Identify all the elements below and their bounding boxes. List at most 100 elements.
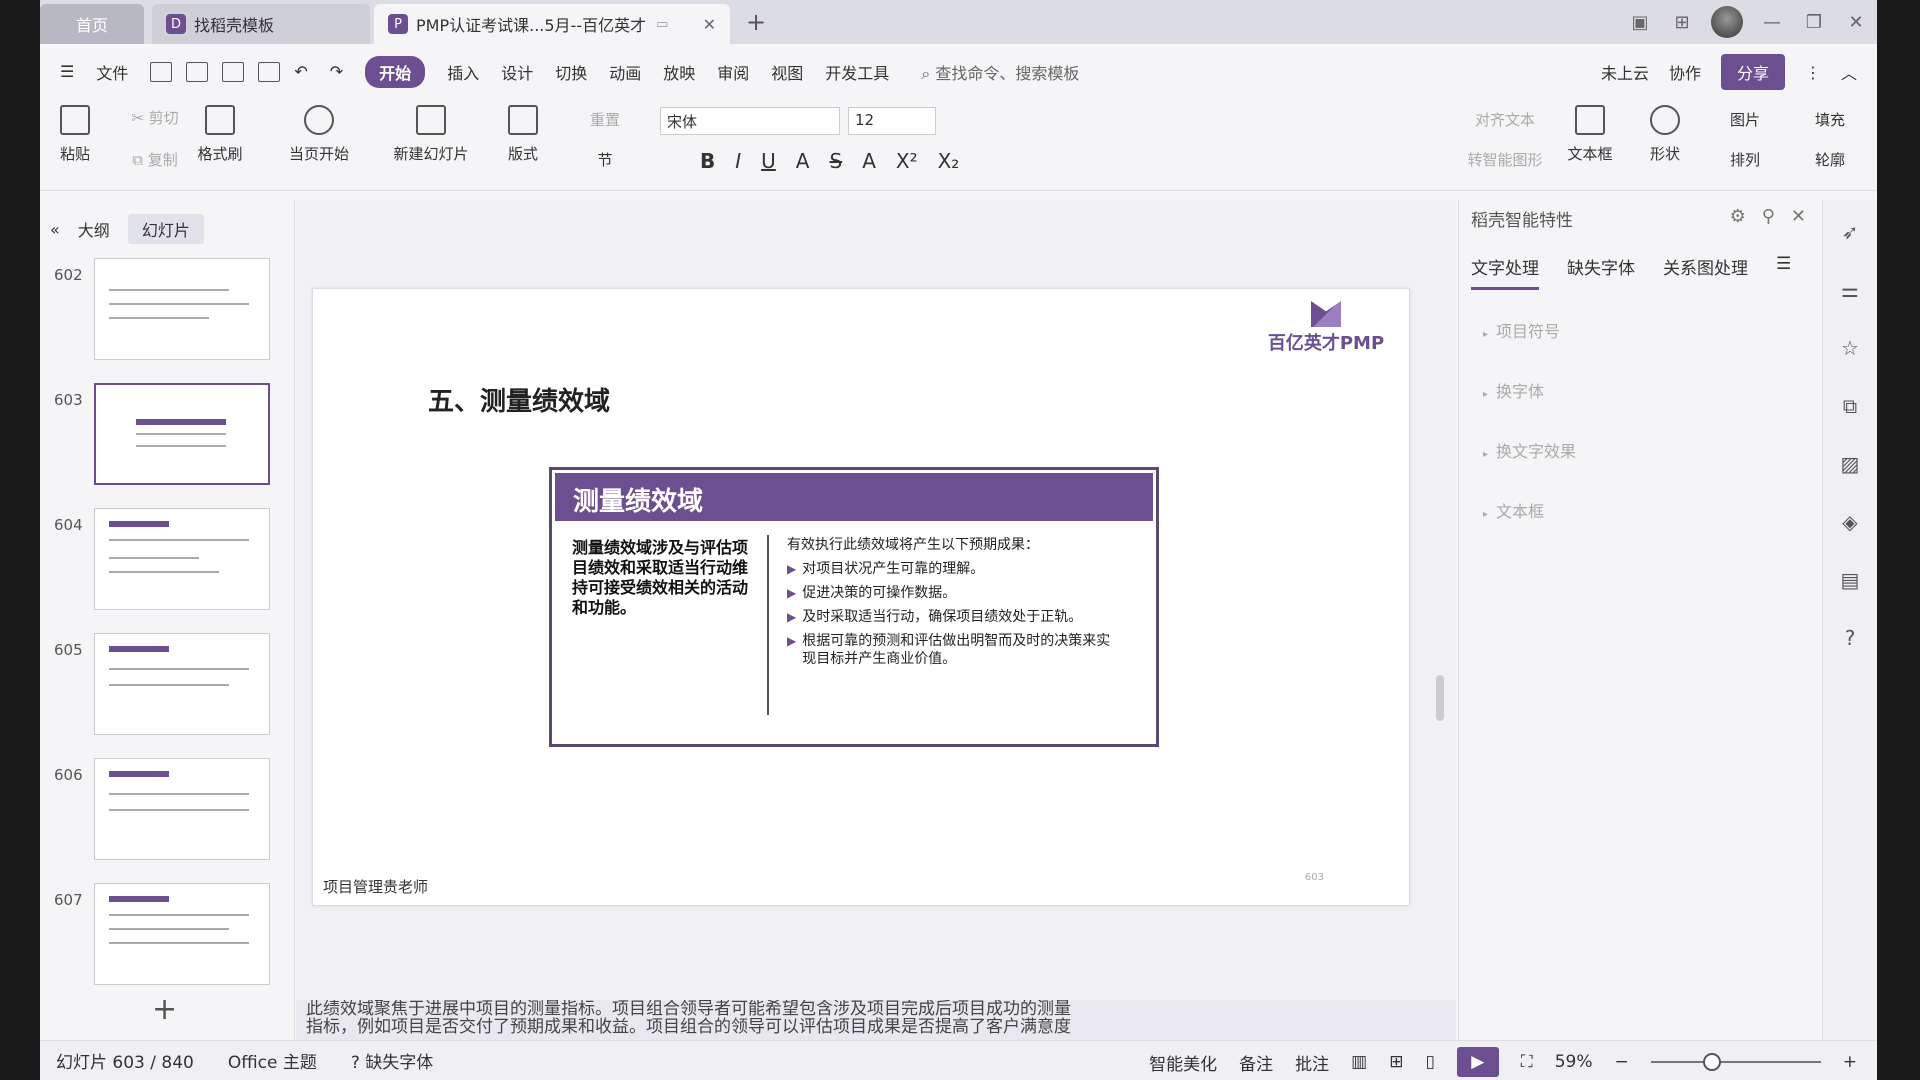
superscript-icon[interactable]: X² [896,149,918,173]
save-icon[interactable] [150,61,173,82]
reading-view-icon[interactable]: ▯ [1425,1052,1434,1072]
image-icon[interactable]: ▨ [1823,452,1877,476]
notes-button[interactable]: 备注 [1239,1050,1273,1075]
gear-icon[interactable]: ⚙ [1730,206,1746,227]
slide-thumb-row[interactable]: 604 [54,508,274,612]
arrange-button[interactable]: 排列 [1710,149,1780,170]
command-search[interactable]: ⌕ 查找命令、搜索模板 [921,60,1079,84]
slide-thumb-row[interactable]: 602 [54,258,274,362]
normal-view-icon[interactable]: ▥ [1351,1052,1367,1072]
pin-icon[interactable]: ⚲ [1762,206,1775,227]
new-slide-button[interactable]: 新建幻灯片 [380,105,482,164]
close-icon[interactable]: ✕ [1791,206,1806,227]
picture-button[interactable]: 图片 [1710,109,1780,130]
add-slide-button[interactable]: + [152,992,177,1027]
menu-icon[interactable]: ☰ [1776,254,1791,290]
textbox-button[interactable]: 文本框 [1560,105,1620,164]
feature-item[interactable]: ▸ 项目符号 [1483,318,1560,342]
fill-button[interactable]: 填充 [1795,109,1865,130]
missing-font-button[interactable]: ? 缺失字体 [351,1048,433,1073]
section-button[interactable]: 节 [570,149,640,170]
paste-button[interactable]: 粘贴 [50,105,100,164]
box-outcomes[interactable]: 有效执行此绩效域将产生以下预期成果： ▶ 对项目状况产生可靠的理解。 ▶ 促进决策的… [787,536,1117,668]
sorter-view-icon[interactable]: ⊞ [1389,1052,1403,1072]
play-slideshow-button[interactable]: ▶ [1456,1047,1499,1077]
tab-home[interactable]: 首页 [40,4,144,44]
scrollbar-thumb[interactable] [1436,675,1444,721]
bold-icon[interactable]: B [700,149,715,173]
undo-icon[interactable]: ↶ [294,62,307,81]
file-menu[interactable]: 文件 [96,60,128,84]
restore-icon[interactable]: ❐ [1793,12,1835,33]
start-from-current-button[interactable]: 当页开始 [278,105,360,164]
smart-beautify-button[interactable]: 智能美化 [1149,1050,1217,1075]
compass-icon[interactable]: ◈ [1823,510,1877,534]
feature-item[interactable]: ▸ 文本框 [1483,498,1544,522]
tab-document[interactable]: P PMP认证考试课...5月--百亿英才 ▭ ✕ [374,4,730,44]
window-icon[interactable]: ▭ [656,17,668,32]
close-tab-button[interactable]: ✕ [703,15,716,34]
slide[interactable]: 百亿英才PMP 五、测量绩效域 测量绩效域 测量绩效域涉及与评估项目绩效和采取适… [312,288,1410,906]
slide-thumb-row[interactable]: 606 [54,758,274,862]
tab-slides[interactable]: 幻灯片 [127,214,204,244]
slide-thumbnail[interactable] [94,883,270,985]
layout-button[interactable]: 版式 [498,105,548,164]
slide-thumbnail[interactable] [94,258,270,360]
hamburger-icon[interactable]: ☰ [60,62,74,81]
feature-item[interactable]: ▸ 换字体 [1483,378,1544,402]
underline-icon[interactable]: U [761,149,776,173]
menu-tab-insert[interactable]: 插入 [447,60,479,84]
menu-tab-design[interactable]: 设计 [501,60,533,84]
tab-outline[interactable]: 大纲 [78,217,110,241]
font-size-select[interactable]: 12 [848,107,936,135]
speaker-notes[interactable]: 此绩效域聚焦于进展中项目的测量指标。项目组合领导者可能希望包含涉及项目完成后项目… [296,1000,1456,1040]
outline-button[interactable]: 轮廓 [1795,149,1865,170]
collapse-ribbon-icon[interactable]: ︿ [1841,60,1857,84]
more-icon[interactable]: ⋮ [1805,63,1821,82]
slide-footer[interactable]: 项目管理贵老师 [323,876,428,897]
menu-tab-developer[interactable]: 开发工具 [825,60,889,84]
minimize-icon[interactable]: — [1751,12,1793,33]
text-shadow-icon[interactable]: A [796,149,810,173]
feature-item[interactable]: ▸ 换文字效果 [1483,438,1576,462]
zoom-level[interactable]: 59% [1555,1052,1593,1072]
format-painter-button[interactable]: 格式刷 [190,105,250,164]
tab-diagram-processing[interactable]: 关系图处理 [1663,254,1748,290]
slide-thumbnail-selected[interactable] [94,383,270,485]
box-description[interactable]: 测量绩效域涉及与评估项目绩效和采取适当行动维持可接受绩效相关的活动和功能。 [572,538,752,618]
vertical-scrollbar[interactable] [1436,210,1444,980]
zoom-slider-knob[interactable] [1702,1053,1721,1071]
menu-tab-animation[interactable]: 动画 [609,60,641,84]
comment-button[interactable]: 批注 [1295,1050,1329,1075]
copy-window-icon[interactable]: ⧉ [1823,394,1877,418]
slide-thumbnail[interactable] [94,758,270,860]
collab-button[interactable]: 协作 [1669,60,1701,84]
slide-thumb-row[interactable]: 605 [54,633,274,737]
slide-thumbnail[interactable] [94,633,270,735]
font-family-select[interactable]: 宋体 [660,107,840,135]
add-tab-button[interactable]: + [746,8,766,36]
tab-templates[interactable]: D 找稻壳模板 [152,4,370,44]
avatar[interactable] [1711,6,1743,38]
smart-shape-button[interactable]: 转智能图形 [1445,149,1565,170]
slide-thumb-row[interactable]: 603 [54,383,274,487]
strikethrough-icon[interactable]: S [829,149,842,173]
slide-thumbnail[interactable] [94,508,270,610]
box-title[interactable]: 测量绩效域 [555,473,1153,521]
menu-tab-slideshow[interactable]: 放映 [663,60,695,84]
grid-icon[interactable]: ⊞ [1661,12,1703,33]
preview-icon[interactable] [258,61,281,82]
sliders-icon[interactable]: ⚌ [1823,278,1877,302]
content-box[interactable]: 测量绩效域 测量绩效域涉及与评估项目绩效和采取适当行动维持可接受绩效相关的活动和… [549,467,1159,747]
menu-tab-transition[interactable]: 切换 [555,60,587,84]
copy-button[interactable]: ⧉ 复制 [120,149,190,170]
italic-icon[interactable]: I [735,149,741,173]
star-icon[interactable]: ☆ [1823,336,1877,360]
export-icon[interactable] [186,61,209,82]
cut-button[interactable]: ✂ 剪切 [120,107,190,128]
zoom-out-icon[interactable]: − [1615,1052,1629,1072]
reset-button[interactable]: 重置 [570,109,640,130]
close-window-icon[interactable]: ✕ [1835,12,1877,33]
menu-tab-review[interactable]: 审阅 [717,60,749,84]
cloud-status[interactable]: 未上云 [1601,60,1649,84]
